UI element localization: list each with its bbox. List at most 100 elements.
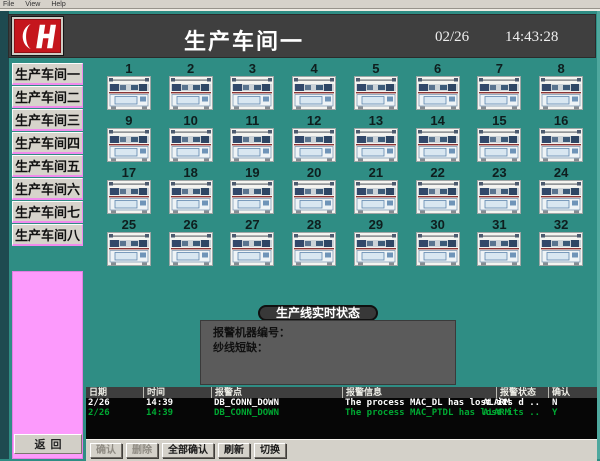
main-window: 生产车间一 02/26 14:43:28 生产车间一 生产车间二 生产车间三 生… bbox=[0, 9, 600, 459]
knitting-machine-icon bbox=[169, 180, 213, 214]
knitting-machine-icon bbox=[477, 128, 521, 162]
sidebar-workshop-button[interactable]: 生产车间五 bbox=[12, 155, 83, 177]
machine-cell[interactable]: 28 bbox=[283, 219, 345, 267]
sidebar-workshop-button[interactable]: 生产车间二 bbox=[12, 86, 83, 108]
sidebar-workshop-button[interactable]: 生产车间三 bbox=[12, 109, 83, 131]
knitting-machine-icon bbox=[169, 128, 213, 162]
sidebar-workshop-button[interactable]: 生产车间四 bbox=[12, 132, 83, 154]
alarm-row[interactable]: 2/26 14:39 DB_CONN_DOWN The process MAC_… bbox=[86, 398, 597, 408]
machine-number: 12 bbox=[307, 115, 321, 127]
machine-cell[interactable]: 2 bbox=[160, 63, 222, 111]
machine-cell[interactable]: 14 bbox=[407, 115, 469, 163]
alarm-table-body: 2/26 14:39 DB_CONN_DOWN The process MAC_… bbox=[86, 398, 597, 418]
toolbar-button[interactable]: 刷新 bbox=[218, 443, 250, 458]
alarm-time: 14:39 bbox=[146, 408, 173, 418]
alarm-time: 14:39 bbox=[146, 398, 173, 408]
knitting-machine-icon bbox=[292, 180, 336, 214]
toolbar-button[interactable]: 切换 bbox=[254, 443, 286, 458]
alarm-message: The process MAC_PTDL has lost its .. bbox=[345, 408, 540, 418]
machine-number: 30 bbox=[430, 219, 444, 231]
machine-number: 8 bbox=[558, 63, 565, 75]
alarm-ack: N bbox=[552, 398, 557, 408]
machine-cell[interactable]: 19 bbox=[222, 167, 284, 215]
machine-cell[interactable]: 17 bbox=[98, 167, 160, 215]
menubar-item[interactable]: File bbox=[3, 1, 14, 8]
alarm-status: ALARM bbox=[483, 408, 510, 418]
machine-number: 14 bbox=[430, 115, 444, 127]
sidebar-workshop-button[interactable]: 生产车间一 bbox=[12, 63, 83, 85]
machine-cell[interactable]: 22 bbox=[407, 167, 469, 215]
toolbar-button[interactable]: 删除 bbox=[126, 443, 158, 458]
machine-number: 27 bbox=[245, 219, 259, 231]
knitting-machine-icon bbox=[230, 128, 274, 162]
alarm-ack: Y bbox=[552, 408, 557, 418]
machine-cell[interactable]: 15 bbox=[469, 115, 531, 163]
machine-cell[interactable]: 12 bbox=[283, 115, 345, 163]
machine-cell[interactable]: 5 bbox=[345, 63, 407, 111]
alarm-row[interactable]: 2/26 14:39 DB_CONN_DOWN The process MAC_… bbox=[86, 408, 597, 418]
knitting-machine-icon bbox=[416, 232, 460, 266]
logo-icon bbox=[14, 19, 61, 53]
col-header-ack: 确认 bbox=[548, 387, 597, 398]
toolbar-button[interactable]: 确认 bbox=[90, 443, 122, 458]
back-button[interactable]: 返回 bbox=[14, 434, 82, 454]
machine-number: 16 bbox=[554, 115, 568, 127]
logo-h-glyph bbox=[18, 23, 58, 50]
knitting-machine-icon bbox=[354, 76, 398, 110]
machine-number: 3 bbox=[249, 63, 256, 75]
machine-cell[interactable]: 25 bbox=[98, 219, 160, 267]
machine-cell[interactable]: 1 bbox=[98, 63, 160, 111]
sidebar-workshop-button[interactable]: 生产车间八 bbox=[12, 224, 83, 246]
knitting-machine-icon bbox=[107, 232, 151, 266]
machine-cell[interactable]: 11 bbox=[222, 115, 284, 163]
machine-number: 17 bbox=[122, 167, 136, 179]
alarm-date: 2/26 bbox=[88, 408, 110, 418]
knitting-machine-icon bbox=[292, 232, 336, 266]
sidebar-workshop-button[interactable]: 生产车间六 bbox=[12, 178, 83, 200]
machine-cell[interactable]: 20 bbox=[283, 167, 345, 215]
machine-cell[interactable]: 23 bbox=[469, 167, 531, 215]
menubar-item[interactable]: Help bbox=[51, 1, 65, 8]
knitting-machine-icon bbox=[354, 232, 398, 266]
machine-number: 15 bbox=[492, 115, 506, 127]
machine-cell[interactable]: 26 bbox=[160, 219, 222, 267]
machine-number: 21 bbox=[369, 167, 383, 179]
machine-cell[interactable]: 30 bbox=[407, 219, 469, 267]
machine-cell[interactable]: 7 bbox=[469, 63, 531, 111]
machine-cell[interactable]: 31 bbox=[469, 219, 531, 267]
machine-number: 4 bbox=[311, 63, 318, 75]
menubar-item[interactable]: View bbox=[25, 1, 40, 8]
knitting-machine-icon bbox=[230, 232, 274, 266]
knitting-machine-icon bbox=[169, 76, 213, 110]
machine-number: 24 bbox=[554, 167, 568, 179]
machine-cell[interactable]: 16 bbox=[530, 115, 592, 163]
machine-number: 20 bbox=[307, 167, 321, 179]
os-menubar: File View Help bbox=[0, 0, 600, 9]
machine-cell[interactable]: 10 bbox=[160, 115, 222, 163]
knitting-machine-icon bbox=[107, 128, 151, 162]
machine-number: 5 bbox=[372, 63, 379, 75]
machine-cell[interactable]: 32 bbox=[530, 219, 592, 267]
sidebar-pink-panel bbox=[12, 271, 83, 459]
toolbar-button[interactable]: 全部确认 bbox=[162, 443, 214, 458]
machine-cell[interactable]: 3 bbox=[222, 63, 284, 111]
knitting-machine-icon bbox=[416, 128, 460, 162]
machine-cell[interactable]: 29 bbox=[345, 219, 407, 267]
sidebar-workshop-button[interactable]: 生产车间七 bbox=[12, 201, 83, 223]
knitting-machine-icon bbox=[292, 76, 336, 110]
machine-cell[interactable]: 9 bbox=[98, 115, 160, 163]
machine-cell[interactable]: 24 bbox=[530, 167, 592, 215]
machine-number: 28 bbox=[307, 219, 321, 231]
machine-cell[interactable]: 13 bbox=[345, 115, 407, 163]
knitting-machine-icon bbox=[169, 232, 213, 266]
machine-cell[interactable]: 4 bbox=[283, 63, 345, 111]
status-badge: 生产线实时状态 bbox=[258, 305, 378, 321]
machine-cell[interactable]: 21 bbox=[345, 167, 407, 215]
alarm-table: 日期 时间 报警点 报警信息 报警状态 确认 2/26 14:39 DB_CON… bbox=[86, 387, 597, 439]
machine-cell[interactable]: 8 bbox=[530, 63, 592, 111]
machine-cell[interactable]: 18 bbox=[160, 167, 222, 215]
knitting-machine-icon bbox=[354, 180, 398, 214]
machine-number: 22 bbox=[430, 167, 444, 179]
machine-cell[interactable]: 6 bbox=[407, 63, 469, 111]
machine-cell[interactable]: 27 bbox=[222, 219, 284, 267]
